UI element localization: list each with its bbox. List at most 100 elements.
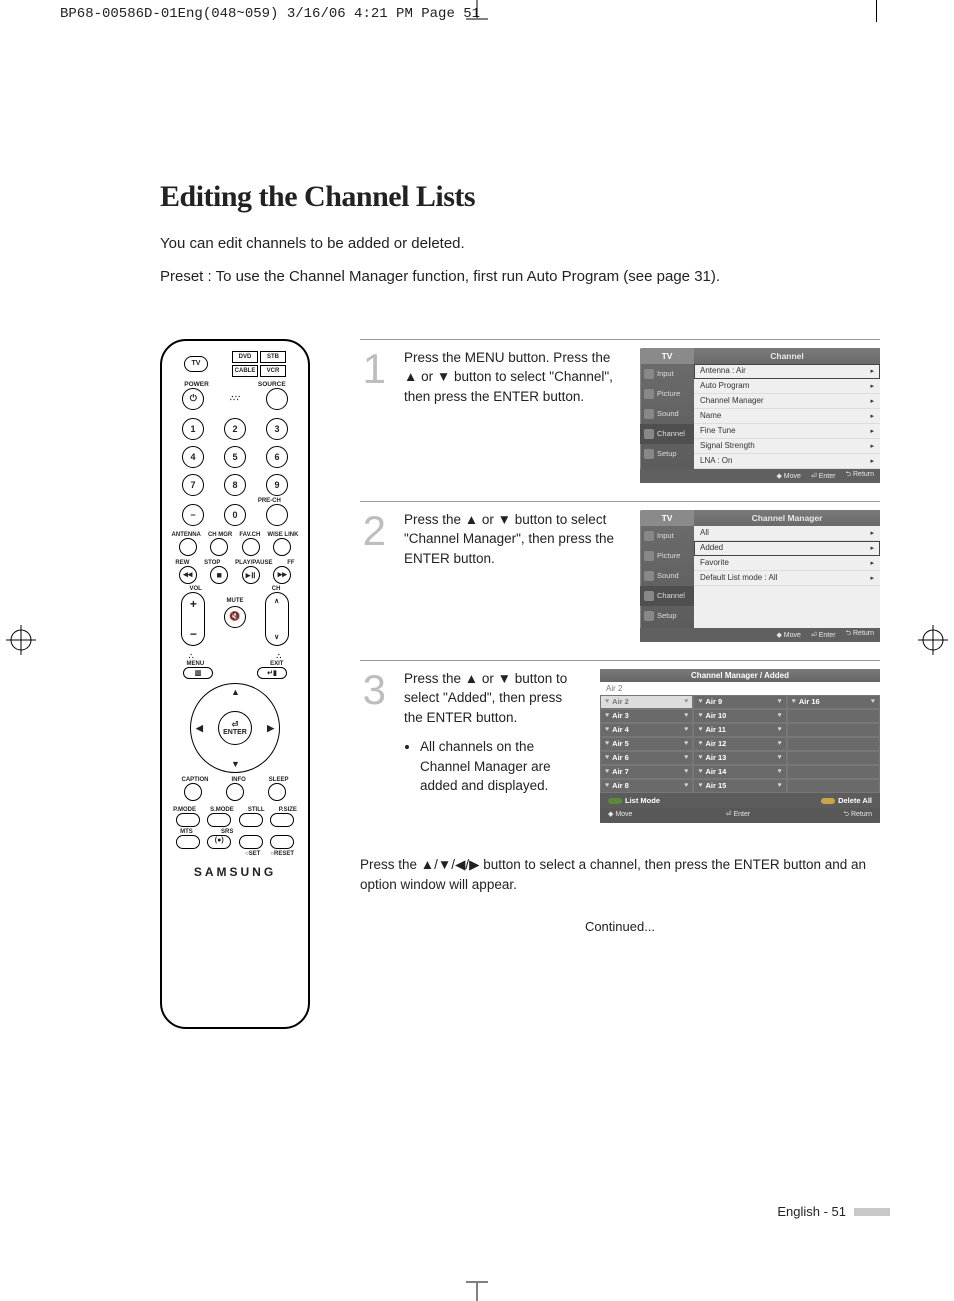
channel-cell: ♥Air 7♥ — [600, 765, 693, 779]
osd-tab-tv: TV — [640, 348, 694, 364]
channel-cell: ♥Air 3♥ — [600, 709, 693, 723]
menu-row: All▸ — [694, 526, 880, 541]
channel-cell — [787, 737, 880, 751]
osd-tab-tv: TV — [640, 510, 694, 526]
crop-tick-top-right — [876, 0, 877, 22]
crop-mark-top — [466, 0, 488, 28]
lbl-menu: MENU — [186, 661, 204, 667]
osd3-deleteall: Delete All — [838, 796, 872, 805]
osd-title: Channel — [694, 348, 880, 364]
lbl-power: POWER — [184, 381, 209, 388]
sleep-button — [268, 783, 286, 801]
channel-cell: ♥Air 15♥ — [693, 779, 786, 793]
num-1: 1 — [182, 418, 204, 440]
smode-button — [207, 813, 231, 827]
remote-tv-button: TV — [184, 356, 208, 372]
num-8: 8 — [224, 474, 246, 496]
extra-button-1 — [239, 835, 263, 849]
menu-row: Fine Tune▸ — [694, 424, 880, 439]
lbl-mts: MTS — [180, 829, 193, 835]
step-1: 1 Press the MENU button. Press the ▲ or … — [360, 339, 880, 501]
chmgr-button — [210, 538, 228, 556]
num-4: 4 — [182, 446, 204, 468]
caption-button — [184, 783, 202, 801]
num-3: 3 — [266, 418, 288, 440]
channel-cell: ♥Air 5♥ — [600, 737, 693, 751]
step-2-text: Press the ▲ or ▼ button to select "Chann… — [404, 510, 622, 642]
step-number: 1 — [360, 348, 386, 483]
channel-rocker: ∧∨ — [265, 592, 289, 646]
remote-control-diagram: TV DVD STB CABLE VCR POWERSOURCE ⏻ ∴∵ — [160, 339, 310, 1029]
lbl-rew: REW — [175, 560, 189, 566]
step-3: 3 Press the ▲ or ▼ button to select "Add… — [360, 660, 880, 841]
step-number: 2 — [360, 510, 386, 642]
dpad: ⏎ENTER ▲ ▼ ◀ ▶ — [190, 683, 280, 773]
dash-button: − — [182, 504, 204, 526]
channel-cell: ♥Air 12♥ — [693, 737, 786, 751]
osd-side-channel: Channel — [640, 424, 694, 444]
channel-cell — [787, 765, 880, 779]
lbl-prech: PRE-CH — [258, 498, 281, 504]
lbl-pmode: P.MODE — [173, 807, 196, 813]
wiselink-button — [273, 538, 291, 556]
osd3-listmode: List Mode — [625, 796, 660, 805]
step-3-text: Press the ▲ or ▼ button to select "Added… — [404, 671, 567, 725]
crop-header: BP68-00586D-01Eng(048~059) 3/16/06 4:21 … — [60, 6, 480, 22]
lbl-playpause: PLAY/PAUSE — [235, 560, 272, 566]
menu-row: Auto Program▸ — [694, 379, 880, 394]
lbl-reset: RESET — [274, 851, 294, 857]
step-1-text: Press the MENU button. Press the ▲ or ▼ … — [404, 348, 622, 483]
num-2: 2 — [224, 418, 246, 440]
menu-row: LNA : On▸ — [694, 454, 880, 469]
osd3-current-channel: Air 2 — [600, 682, 880, 695]
remote-mode-dvd: DVD — [232, 351, 258, 363]
channel-cell: ♥Air 6♥ — [600, 751, 693, 765]
channel-cell — [787, 751, 880, 765]
num-9: 9 — [266, 474, 288, 496]
menu-row: Name▸ — [694, 409, 880, 424]
channel-cell: ♥Air 9♥ — [693, 695, 786, 709]
continued-label: Continued... — [360, 919, 880, 934]
osd-side-picture: Picture — [640, 546, 694, 566]
num-0: 0 — [224, 504, 246, 526]
extra-button-2 — [270, 835, 294, 849]
osd-channel-menu: TVChannel Input Picture Sound Channel Se… — [640, 348, 880, 483]
lbl-source: SOURCE — [258, 381, 286, 388]
osd-side-setup: Setup — [640, 444, 694, 464]
pmode-button — [176, 813, 200, 827]
osd-channel-list: Channel Manager / Added Air 2 ♥Air 2♥♥Ai… — [600, 669, 880, 823]
osd-side-channel: Channel — [640, 586, 694, 606]
osd-foot-move: ◆ Move — [776, 472, 800, 480]
menu-row: Added▸ — [694, 541, 880, 556]
osd-side-picture: Picture — [640, 384, 694, 404]
post-step-text: Press the ▲/▼/◀/▶ button to select a cha… — [360, 855, 880, 896]
osd3-foot-move: ◆ Move — [608, 810, 632, 821]
lbl-caption: CAPTION — [181, 777, 208, 783]
lbl-sleep: SLEEP — [269, 777, 289, 783]
channel-cell: ♥Air 14♥ — [693, 765, 786, 779]
step-3-bullet: All channels on the Channel Manager are … — [420, 737, 582, 796]
num-5: 5 — [224, 446, 246, 468]
footer-bar — [854, 1208, 890, 1216]
ff-button: ▸▸ — [273, 566, 291, 584]
menu-row: Signal Strength▸ — [694, 439, 880, 454]
channel-cell: ♥Air 16♥ — [787, 695, 880, 709]
lbl-wiselink: WISE LINK — [267, 532, 298, 538]
mts-button — [176, 835, 200, 849]
footer-page-label: English - 51 — [777, 1204, 846, 1219]
remote-mode-vcr: VCR — [260, 365, 286, 377]
page-title: Editing the Channel Lists — [160, 180, 880, 214]
num-7: 7 — [182, 474, 204, 496]
registration-mark-right — [918, 625, 948, 655]
osd-foot-enter: ⏎ Enter — [811, 631, 836, 639]
remote-mode-cable: CABLE — [232, 365, 258, 377]
channel-cell — [787, 779, 880, 793]
info-button — [226, 783, 244, 801]
lbl-favch: FAV.CH — [239, 532, 260, 538]
channel-cell: ♥Air 8♥ — [600, 779, 693, 793]
lbl-stop: STOP — [204, 560, 220, 566]
channel-cell: ♥Air 11♥ — [693, 723, 786, 737]
osd3-foot-enter: ⏎ Enter — [726, 810, 751, 821]
lbl-still: STILL — [248, 807, 265, 813]
channel-cell: ♥Air 10♥ — [693, 709, 786, 723]
